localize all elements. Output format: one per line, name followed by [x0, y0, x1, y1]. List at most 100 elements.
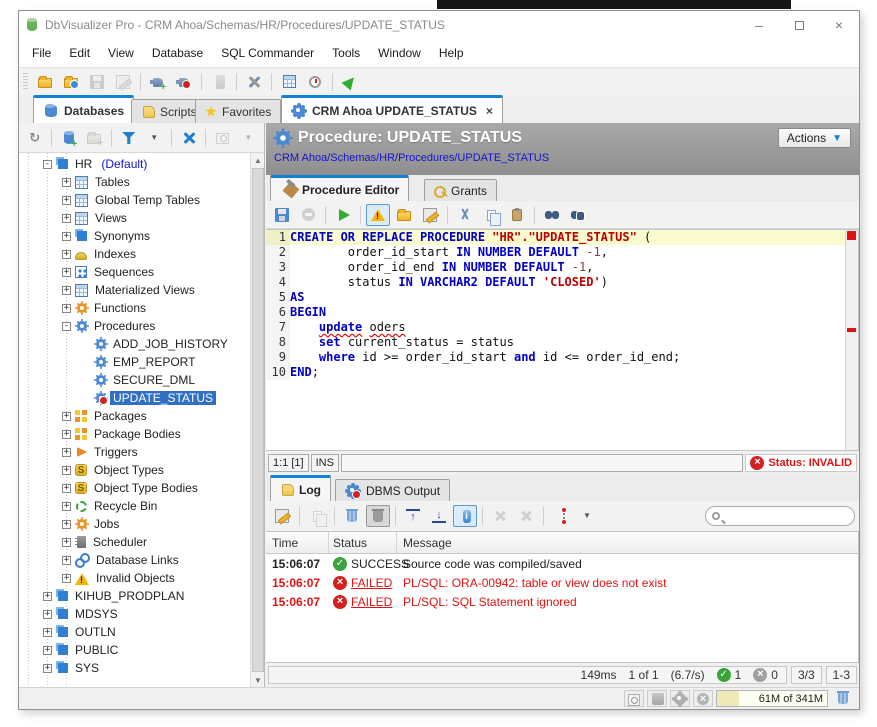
- insert-mode[interactable]: INS: [311, 454, 339, 472]
- tab-favorites[interactable]: Favorites: [195, 99, 281, 123]
- expand-toggle-icon[interactable]: +: [62, 430, 71, 439]
- table-data-button[interactable]: [277, 71, 301, 93]
- log-status-text[interactable]: FAILED: [351, 576, 392, 590]
- tree-item-hr[interactable]: -HR(Default): [19, 155, 250, 173]
- grid-status-button[interactable]: [624, 690, 644, 707]
- tab-databases[interactable]: Databases: [33, 95, 134, 123]
- expand-toggle-icon[interactable]: +: [62, 178, 71, 187]
- monitor-button[interactable]: [303, 71, 327, 93]
- menu-help[interactable]: Help: [430, 43, 473, 63]
- connect-database-button[interactable]: [57, 127, 80, 149]
- edit-in-window-button[interactable]: [418, 204, 442, 226]
- minimize-button[interactable]: –: [739, 11, 779, 39]
- scroll-to-top-button[interactable]: [401, 505, 425, 527]
- log-search-box[interactable]: [705, 506, 855, 526]
- tree-item-packages[interactable]: +Packages: [19, 407, 250, 425]
- expand-toggle-icon[interactable]: +: [62, 250, 71, 259]
- tree-item-views[interactable]: +Views: [19, 209, 250, 227]
- scroll-to-bottom-button[interactable]: [427, 505, 451, 527]
- expand-toggle-icon[interactable]: +: [43, 610, 52, 619]
- load-from-file-button[interactable]: [392, 204, 416, 226]
- tool-properties-button[interactable]: [242, 71, 266, 93]
- tree-item-global-temp-tables[interactable]: +Global Temp Tables: [19, 191, 250, 209]
- tree-item-package-bodies[interactable]: +Package Bodies: [19, 425, 250, 443]
- tree-item-secure-dml[interactable]: SECURE_DML: [19, 371, 250, 389]
- expand-toggle-icon[interactable]: +: [43, 592, 52, 601]
- expand-toggle-icon[interactable]: +: [62, 466, 71, 475]
- scroll-down-icon[interactable]: ▼: [251, 673, 265, 687]
- expand-toggle-icon[interactable]: +: [43, 664, 52, 673]
- tab-object-update-status[interactable]: CRM Ahoa UPDATE_STATUS ×: [281, 95, 503, 123]
- tree-item-procedures[interactable]: -Procedures: [19, 317, 250, 335]
- close-button[interactable]: ×: [819, 11, 859, 39]
- tree-item-public[interactable]: +PUBLIC: [19, 641, 250, 659]
- tree-item-triggers[interactable]: +Triggers: [19, 443, 250, 461]
- tab-close-icon[interactable]: ×: [486, 104, 493, 118]
- expand-toggle-icon[interactable]: +: [62, 412, 71, 421]
- cut-button[interactable]: [453, 204, 477, 226]
- expand-toggle-icon[interactable]: +: [62, 232, 71, 241]
- tree-item-scheduler[interactable]: +Scheduler: [19, 533, 250, 551]
- error-marker[interactable]: [847, 328, 856, 332]
- tree-item-materialized-views[interactable]: +Materialized Views: [19, 281, 250, 299]
- auto-clear-button[interactable]: [366, 505, 390, 527]
- actions-button[interactable]: Actions ▼: [778, 128, 851, 148]
- tree-item-invalid-objects[interactable]: +Invalid Objects: [19, 569, 250, 587]
- tree-item-object-types[interactable]: +SObject Types: [19, 461, 250, 479]
- log-row[interactable]: 15:06:07FAILEDPL/SQL: SQL Statement igno…: [266, 592, 858, 611]
- tab-dbms-output[interactable]: DBMS Output: [335, 479, 450, 501]
- tasks-status-button[interactable]: [670, 690, 690, 707]
- tree-item-synonyms[interactable]: +Synonyms: [19, 227, 250, 245]
- expand-toggle-icon[interactable]: +: [62, 214, 71, 223]
- expand-toggle-icon[interactable]: +: [62, 502, 71, 511]
- edit-log-button[interactable]: [270, 505, 294, 527]
- code-line-2[interactable]: 2 order_id_start IN NUMBER DEFAULT -1,: [266, 245, 858, 260]
- code-line-4[interactable]: 4 status IN VARCHAR2 DEFAULT 'CLOSED'): [266, 275, 858, 290]
- disconnect-button[interactable]: [172, 71, 196, 93]
- tree-item-emp-report[interactable]: EMP_REPORT: [19, 353, 250, 371]
- collapse-toggle-icon[interactable]: -: [62, 322, 71, 331]
- find-replace-button[interactable]: [566, 204, 590, 226]
- code-line-3[interactable]: 3 order_id_end IN NUMBER DEFAULT -1,: [266, 260, 858, 275]
- collapse-all-button[interactable]: [177, 127, 200, 149]
- connect-button[interactable]: [146, 71, 170, 93]
- paste-button[interactable]: [505, 204, 529, 226]
- tree-scrollbar[interactable]: ▲ ▼: [250, 153, 264, 687]
- menu-database[interactable]: Database: [143, 43, 212, 63]
- tree-item-object-type-bodies[interactable]: +SObject Type Bodies: [19, 479, 250, 497]
- code-line-7[interactable]: 7 update oders: [266, 320, 858, 335]
- tree-item-jobs[interactable]: +Jobs: [19, 515, 250, 533]
- sql-editor[interactable]: 1CREATE OR REPLACE PROCEDURE "HR"."UPDAT…: [266, 229, 859, 451]
- error-stripe[interactable]: [845, 230, 858, 450]
- expand-toggle-icon[interactable]: +: [62, 556, 71, 565]
- column-header-message[interactable]: Message: [397, 536, 858, 550]
- tree-item-update-status[interactable]: UPDATE_STATUS: [19, 389, 250, 407]
- expand-toggle-icon[interactable]: +: [43, 646, 52, 655]
- garbage-collect-button[interactable]: [831, 688, 855, 710]
- tree-item-functions[interactable]: +Functions: [19, 299, 250, 317]
- expand-toggle-icon[interactable]: +: [62, 484, 71, 493]
- menu-tools[interactable]: Tools: [323, 43, 369, 63]
- expand-toggle-icon[interactable]: +: [62, 448, 71, 457]
- expand-toggle-icon[interactable]: +: [43, 628, 52, 637]
- expand-toggle-icon[interactable]: +: [62, 574, 71, 583]
- expand-toggle-icon[interactable]: +: [62, 196, 71, 205]
- log-row[interactable]: 15:06:07FAILEDPL/SQL: ORA-00942: table o…: [266, 573, 858, 592]
- column-header-time[interactable]: Time: [266, 532, 329, 553]
- log-search-input[interactable]: [724, 509, 870, 523]
- code-line-9[interactable]: 9 where id >= order_id_start and id <= o…: [266, 350, 858, 365]
- tree-item-add-job-history[interactable]: ADD_JOB_HISTORY: [19, 335, 250, 353]
- folder-settings-button[interactable]: [59, 71, 83, 93]
- execute-button[interactable]: [331, 204, 355, 226]
- code-line-6[interactable]: 6BEGIN: [266, 305, 858, 320]
- save-procedure-button[interactable]: [270, 204, 294, 226]
- log-row[interactable]: 15:06:07SUCCESSSource code was compiled/…: [266, 554, 858, 573]
- run-bookmark-button[interactable]: [338, 71, 362, 93]
- tree-item-mdsys[interactable]: +MDSYS: [19, 605, 250, 623]
- connections-status-button[interactable]: [647, 690, 667, 707]
- tree-item-outln[interactable]: +OUTLN: [19, 623, 250, 641]
- open-folder-button[interactable]: [33, 71, 57, 93]
- clear-log-button[interactable]: [340, 505, 364, 527]
- show-errors-button[interactable]: [366, 204, 390, 226]
- errors-status-button[interactable]: [693, 690, 713, 707]
